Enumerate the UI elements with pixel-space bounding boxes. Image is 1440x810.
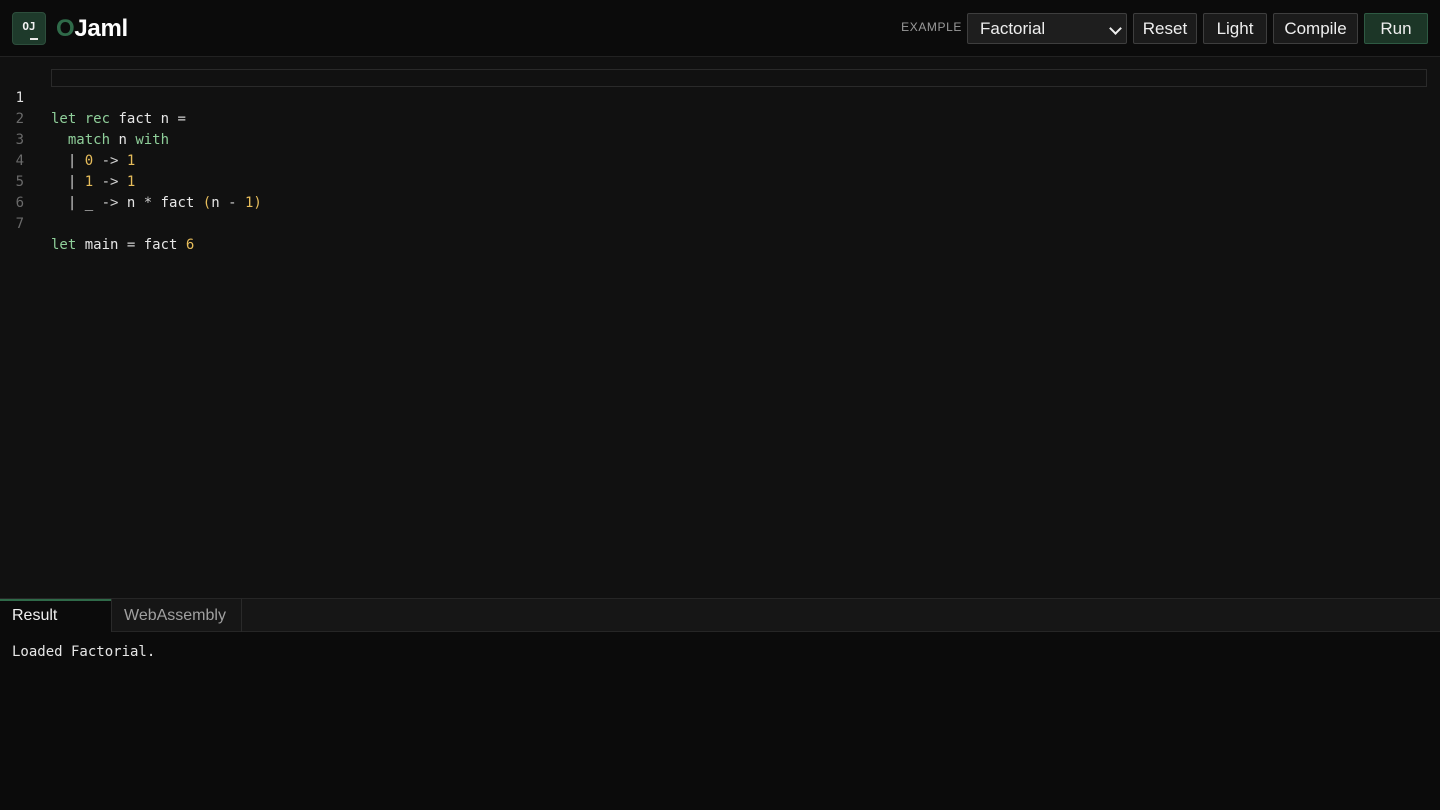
logo-badge-text: OJ [22,20,36,33]
example-select[interactable]: Factorial [967,13,1127,44]
example-select-value: Factorial [980,19,1046,38]
code-line[interactable]: 6 [0,172,1440,211]
logo-badge-icon: OJ [12,12,46,45]
cursor-underscore-icon [30,38,38,40]
logo-accent: O [56,15,75,42]
top-bar: OJ OJaml EXAMPLE Factorial Reset Light C… [0,0,1440,57]
code-line[interactable]: 5 | _ -> n * fact (n - 1) [0,151,1440,211]
example-label: EXAMPLE [901,20,962,34]
code-line[interactable]: 3 | 0 -> 1 [0,109,1440,169]
logo-rest: Jaml [74,15,128,42]
output-panel: Result WebAssembly Loaded Factorial. [0,598,1440,810]
line-number: 7 [15,216,24,232]
code-line[interactable]: 2 match n with [0,88,1440,148]
compile-button[interactable]: Compile [1273,13,1358,44]
run-button[interactable]: Run [1364,13,1428,44]
app-logo: OJaml [56,14,128,44]
code-line[interactable]: 4 | 1 -> 1 [0,130,1440,190]
code-text: let main = fact 6 [51,237,195,253]
reset-button[interactable]: Reset [1133,13,1197,44]
output-tabs: Result WebAssembly [0,598,1440,632]
tab-result[interactable]: Result [0,599,111,632]
tab-webassembly[interactable]: WebAssembly [111,599,242,632]
code-line[interactable]: 1 let rec fact n = [0,67,1440,127]
code-line[interactable]: 7 let main = fact 6 [0,193,1440,253]
chevron-down-icon [1109,22,1122,35]
code-editor[interactable]: 1 let rec fact n = 2 match n with 3 | 0 … [0,58,1440,598]
light-theme-button[interactable]: Light [1203,13,1267,44]
result-output: Loaded Factorial. [12,644,156,660]
